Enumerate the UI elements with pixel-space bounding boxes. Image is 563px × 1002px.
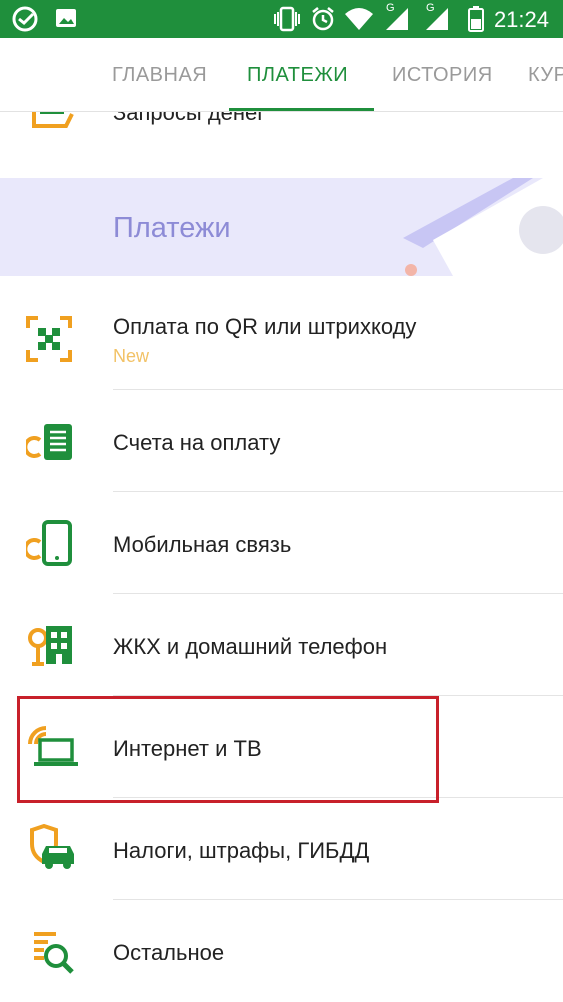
gallery-icon <box>54 6 78 35</box>
tab-history[interactable]: ИСТОРИЯ <box>392 64 493 87</box>
list-item-label: Запросы денег <box>113 112 266 125</box>
tab-rates[interactable]: КУРСЫ <box>528 64 563 87</box>
list-item-money-requests[interactable]: Запросы денег <box>0 112 563 142</box>
list-item-label: Оплата по QR или штрихкоду <box>113 314 417 339</box>
sberbank-logo-icon <box>12 6 38 37</box>
qr-code-icon <box>26 316 82 372</box>
list-item-label: ЖКХ и домашний телефон <box>113 634 388 659</box>
mobile-phone-icon <box>23 518 82 574</box>
tab-main[interactable]: ГЛАВНАЯ <box>112 64 207 87</box>
list-item-label: Остальное <box>113 940 225 965</box>
alarm-icon <box>310 6 336 37</box>
list-item-qr[interactable]: Оплата по QR или штрихкоду New <box>0 276 563 390</box>
tab-bar: ГЛАВНАЯ ПЛАТЕЖИ ИСТОРИЯ КУРСЫ <box>0 38 563 112</box>
signal-icon-2: G <box>424 2 452 37</box>
car-shield-icon <box>26 823 82 880</box>
highlight-frame <box>17 696 439 803</box>
banner-decoration-icon <box>403 178 563 276</box>
section-title: Платежи <box>113 212 231 244</box>
list-item-bills[interactable]: Счета на оплату <box>0 390 563 492</box>
list-item-label: Счета на оплату <box>113 430 281 455</box>
search-list-icon <box>26 926 82 982</box>
list-item-label: Налоги, штрафы, ГИБДД <box>113 838 370 863</box>
clock: 21:24 <box>493 7 549 32</box>
wifi-icon <box>344 6 374 37</box>
signal-icon: G <box>384 2 412 37</box>
vibrate-icon <box>272 6 302 37</box>
list-item-label: Мобильная связь <box>113 532 292 557</box>
building-icon <box>26 620 82 676</box>
list-item-utilities[interactable]: ЖКХ и домашний телефон <box>0 594 563 696</box>
section-banner: Платежи <box>0 178 563 276</box>
battery-icon <box>468 6 484 37</box>
list-item-taxes-fines[interactable]: Налоги, штрафы, ГИБДД <box>0 798 563 900</box>
tab-payments[interactable]: ПЛАТЕЖИ <box>247 64 348 87</box>
status-bar: G G 21:24 <box>0 0 563 38</box>
list-item-mobile[interactable]: Мобильная связь <box>0 492 563 594</box>
bill-icon <box>23 418 82 474</box>
money-request-icon <box>30 112 76 135</box>
new-badge: New <box>113 346 150 366</box>
list-item-other[interactable]: Остальное <box>0 900 563 1002</box>
